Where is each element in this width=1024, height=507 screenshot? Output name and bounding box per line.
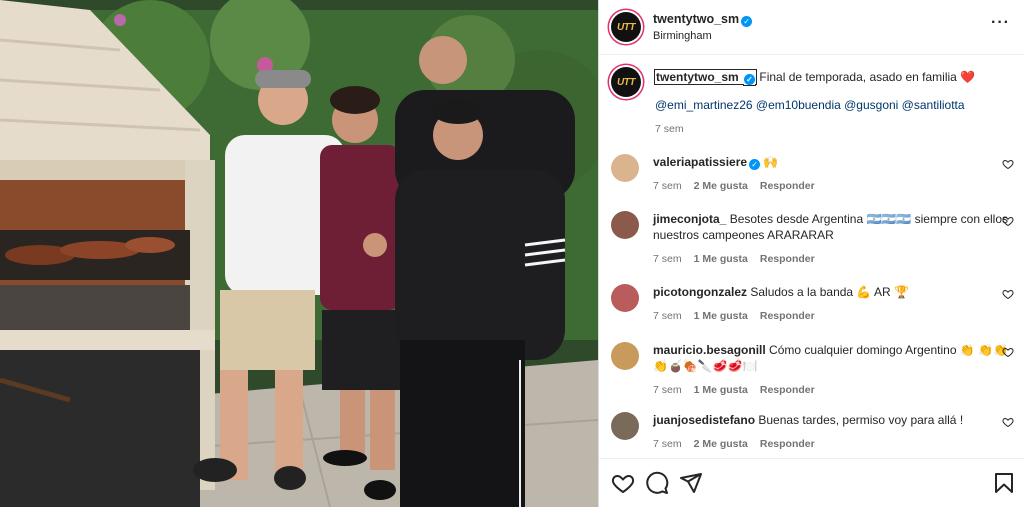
comment-time: 7 sem (653, 253, 682, 265)
share-icon[interactable] (679, 471, 703, 495)
post-location[interactable]: Birmingham (653, 30, 752, 42)
post-side-panel: UTT twentytwo_sm ✓ Birmingham ··· UTT twe… (598, 0, 1024, 507)
comment-time: 7 sem (653, 384, 682, 396)
comment-time: 7 sem (653, 438, 682, 450)
comment-icon[interactable] (645, 471, 669, 495)
author-avatar[interactable]: UTT (611, 12, 641, 42)
commenter-avatar[interactable] (611, 412, 639, 440)
heart-icon[interactable] (611, 471, 635, 495)
comment-item: valeriapatissiere ✓ 🙌 7 sem 2 Me gusta Resp… (611, 154, 1014, 194)
reply-button[interactable]: Responder (760, 438, 815, 450)
caption-time: 7 sem (655, 123, 684, 135)
more-options-icon[interactable]: ··· (991, 14, 1010, 32)
author-avatar-text: UTT (617, 21, 635, 33)
barbecue-photo (0, 0, 598, 507)
comment-text: Saludos a la banda 💪 AR 🏆 (750, 285, 909, 299)
comment-likes[interactable]: 1 Me gusta (694, 310, 748, 322)
comment-username[interactable]: jimeconjota_ (653, 212, 726, 226)
comment-item: jimeconjota_ Besotes desde Argentina 🇦🇷🇦… (611, 211, 1014, 267)
caption-meta: 7 sem (655, 121, 1014, 137)
comment-like-heart-icon[interactable] (1002, 215, 1014, 227)
comment-likes[interactable]: 2 Me gusta (694, 438, 748, 450)
reply-button[interactable]: Responder (760, 253, 815, 265)
comment-username[interactable]: juanjosedistefano (653, 413, 755, 427)
reply-button[interactable]: Responder (760, 180, 815, 192)
post-header: UTT twentytwo_sm ✓ Birmingham ··· (599, 0, 1024, 55)
reply-button[interactable]: Responder (760, 384, 815, 396)
verified-badge-icon: ✓ (741, 16, 753, 27)
verified-badge-icon: ✓ (744, 74, 756, 85)
verified-badge-icon: ✓ (749, 159, 761, 170)
comment-like-heart-icon[interactable] (1002, 346, 1014, 358)
comment-likes[interactable]: 1 Me gusta (694, 384, 748, 396)
comment-time: 7 sem (653, 310, 682, 322)
comment-text: 🙌 (763, 155, 779, 169)
comment-username[interactable]: valeriapatissiere (653, 155, 747, 169)
caption-avatar-text: UTT (617, 76, 635, 88)
commenter-avatar[interactable] (611, 211, 639, 239)
author-username[interactable]: twentytwo_sm (653, 12, 739, 26)
reply-button[interactable]: Responder (760, 310, 815, 322)
comment-item: juanjosedistefano Buenas tardes, permiso… (611, 412, 1014, 452)
post-action-bar (599, 458, 1024, 507)
comment-item: mauricio.besagonill Cómo cualquier domin… (611, 342, 1014, 398)
post-caption: UTT twentytwo_sm ✓ Final de temporada, a… (611, 67, 1014, 137)
comment-username[interactable]: mauricio.besagonill (653, 343, 766, 357)
caption-username-text: twentytwo_sm (656, 70, 739, 84)
commenter-avatar[interactable] (611, 342, 639, 370)
caption-mentions[interactable]: @emi_martinez26 @em10buendia @gusgoni @s… (655, 97, 1014, 113)
save-icon[interactable] (992, 471, 1016, 495)
comment-item: picotongonzalez Saludos a la banda 💪 AR … (611, 284, 1014, 324)
caption-avatar[interactable]: UTT (611, 67, 641, 97)
commenter-avatar[interactable] (611, 284, 639, 312)
comment-like-heart-icon[interactable] (1002, 416, 1014, 428)
comment-likes[interactable]: 1 Me gusta (694, 253, 748, 265)
comment-like-heart-icon[interactable] (1002, 288, 1014, 300)
comment-likes[interactable]: 2 Me gusta (694, 180, 748, 192)
commenter-avatar[interactable] (611, 154, 639, 182)
comment-time: 7 sem (653, 180, 682, 192)
comment-like-heart-icon[interactable] (1002, 158, 1014, 170)
caption-text: Final de temporada, asado en familia ❤️ (759, 70, 976, 84)
comment-username[interactable]: picotongonzalez (653, 285, 747, 299)
comments-list: UTT twentytwo_sm ✓ Final de temporada, a… (599, 55, 1024, 459)
post-photo[interactable] (0, 0, 598, 507)
comment-text: Buenas tardes, permiso voy para allá ! (758, 413, 964, 427)
caption-username[interactable]: twentytwo_sm ✓ (653, 69, 758, 85)
